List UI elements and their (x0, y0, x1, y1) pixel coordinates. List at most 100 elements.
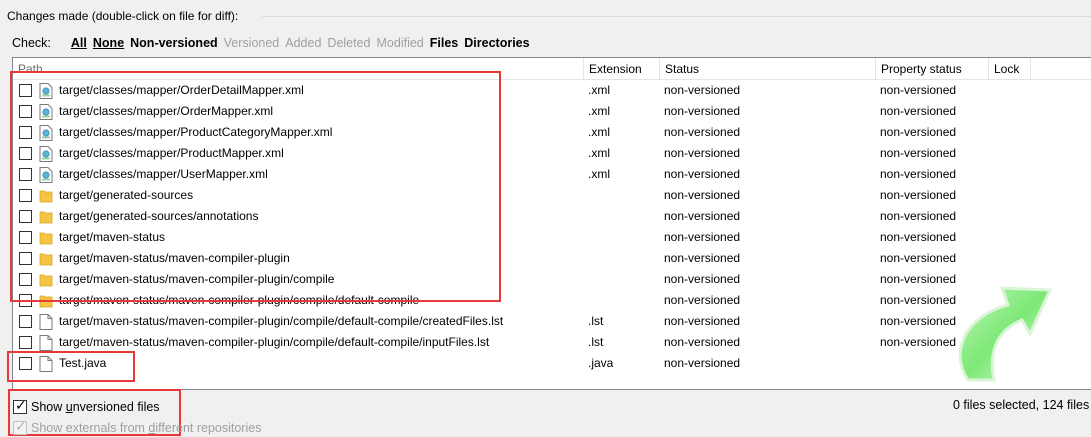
row-checkbox[interactable] (19, 294, 32, 307)
cell-extension: .xml (588, 146, 610, 160)
check-option-modified: Modified (376, 36, 424, 50)
cell-path: target/classes/mapper/OrderDetailMapper.… (59, 83, 304, 97)
table-row[interactable]: target/maven-status non-versioned non-vers… (13, 227, 1091, 248)
show-unversioned-checkbox[interactable]: ✓ (13, 397, 27, 414)
file-icon (39, 335, 53, 351)
table-row[interactable]: target/classes/mapper/ProductCategoryMap… (13, 122, 1091, 143)
folder-icon (39, 209, 53, 225)
check-option-non-versioned[interactable]: Non-versioned (130, 36, 218, 50)
cell-status: non-versioned (664, 104, 741, 118)
xml-file-icon (39, 104, 53, 120)
check-options: All None Non-versioned Versioned Added Delete… (71, 36, 536, 50)
table-row[interactable]: target/maven-status/maven-compiler-plugi… (13, 332, 1091, 353)
cell-path: target/maven-status/maven-compiler-plugi… (59, 293, 420, 307)
folder-icon (39, 188, 53, 204)
table-row[interactable]: target/maven-status/maven-compiler-plugi… (13, 290, 1091, 311)
cell-property-status: non-versioned (880, 188, 957, 202)
folder-icon (39, 230, 53, 246)
column-header-path[interactable]: Path (13, 58, 584, 80)
table-row[interactable]: Test.java .java non-versioned (13, 353, 1091, 374)
table-row[interactable]: target/classes/mapper/OrderMapper.xml .xm… (13, 101, 1091, 122)
check-option-none[interactable]: None (93, 36, 124, 50)
check-option-directories[interactable]: Directories (464, 36, 529, 50)
row-checkbox[interactable] (19, 231, 32, 244)
cell-path: target/maven-status/maven-compiler-plugi… (59, 251, 290, 265)
column-header-lock[interactable]: Lock (989, 58, 1031, 80)
cell-status: non-versioned (664, 356, 741, 370)
cell-status: non-versioned (664, 335, 741, 349)
group-border (262, 16, 1091, 17)
cell-status: non-versioned (664, 146, 741, 160)
table-header: Path Extension Status Property status Lo… (13, 58, 1091, 80)
xml-file-icon (39, 146, 53, 162)
cell-path: target/classes/mapper/OrderMapper.xml (59, 104, 274, 118)
cell-path: target/generated-sources/annotations (59, 209, 259, 223)
cell-status: non-versioned (664, 293, 741, 307)
cell-extension: .xml (588, 104, 610, 118)
changes-table[interactable]: Path Extension Status Property status Lo… (12, 57, 1091, 390)
column-header-status[interactable]: Status (660, 58, 876, 80)
cell-status: non-versioned (664, 125, 741, 139)
column-header-extension[interactable]: Extension (584, 58, 660, 80)
table-row[interactable]: target/generated-sources/annotations non-… (13, 206, 1091, 227)
row-checkbox[interactable] (19, 315, 32, 328)
table-row[interactable]: target/classes/mapper/ProductMapper.xml.… (13, 143, 1091, 164)
show-externals-label[interactable]: Show externals from different repositori… (31, 421, 261, 435)
selection-summary: 0 files selected, 124 files (953, 398, 1090, 412)
cell-path: target/classes/mapper/UserMapper.xml (59, 167, 268, 181)
row-checkbox[interactable] (19, 210, 32, 223)
cell-property-status: non-versioned (880, 83, 957, 97)
xml-file-icon (39, 83, 53, 99)
cell-property-status: non-versioned (880, 125, 957, 139)
row-checkbox[interactable] (19, 252, 32, 265)
row-checkbox[interactable] (19, 189, 32, 202)
check-option-all[interactable]: All (71, 36, 87, 50)
row-checkbox[interactable] (19, 357, 32, 370)
table-row[interactable]: target/maven-status/maven-compiler-plugi… (13, 269, 1091, 290)
cell-status: non-versioned (664, 272, 741, 286)
xml-file-icon (39, 125, 53, 141)
row-checkbox[interactable] (19, 126, 32, 139)
cell-property-status: non-versioned (880, 209, 957, 223)
green-arrow-icon (958, 286, 1053, 382)
row-checkbox[interactable] (19, 84, 32, 97)
show-externals-checkbox[interactable]: ✓ (13, 418, 27, 435)
row-checkbox[interactable] (19, 105, 32, 118)
check-option-deleted: Deleted (327, 36, 371, 50)
cell-extension: .lst (588, 314, 604, 328)
cell-extension: .lst (588, 335, 604, 349)
row-checkbox[interactable] (19, 273, 32, 286)
cell-path: Test.java (59, 356, 107, 370)
check-option-added: Added (285, 36, 322, 50)
show-unversioned-label[interactable]: Show unversioned files (31, 400, 160, 414)
row-checkbox[interactable] (19, 147, 32, 160)
table-row[interactable]: target/maven-status/maven-compiler-plugi… (13, 311, 1091, 332)
cell-path: target/maven-status/maven-compiler-plugi… (59, 335, 490, 349)
cell-status: non-versioned (664, 83, 741, 97)
cell-extension: .xml (588, 83, 610, 97)
file-icon (39, 314, 53, 330)
file-icon (39, 356, 53, 372)
row-checkbox[interactable] (19, 168, 32, 181)
cell-status: non-versioned (664, 209, 741, 223)
table-row[interactable]: target/maven-status/maven-compiler-plugi… (13, 248, 1091, 269)
cell-path: target/classes/mapper/ProductCategoryMap… (59, 125, 333, 139)
xml-file-icon (39, 167, 53, 183)
cell-status: non-versioned (664, 251, 741, 265)
cell-status: non-versioned (664, 314, 741, 328)
column-header-property-status[interactable]: Property status (876, 58, 989, 80)
check-label: Check: (12, 36, 51, 50)
table-row[interactable]: target/generated-sources non-versioned non… (13, 185, 1091, 206)
cell-property-status: non-versioned (880, 167, 957, 181)
cell-property-status: non-versioned (880, 104, 957, 118)
folder-icon (39, 251, 53, 267)
cell-path: target/maven-status/maven-compiler-plugi… (59, 272, 335, 286)
table-row[interactable]: target/classes/mapper/OrderDetailMapper.… (13, 80, 1091, 101)
check-option-files[interactable]: Files (430, 36, 459, 50)
cell-extension: .java (588, 356, 614, 370)
changes-group-title: Changes made (double-click on file for d… (7, 9, 239, 23)
cell-path: target/classes/mapper/ProductMapper.xml (59, 146, 284, 160)
folder-icon (39, 272, 53, 288)
row-checkbox[interactable] (19, 336, 32, 349)
table-row[interactable]: target/classes/mapper/UserMapper.xml .xml… (13, 164, 1091, 185)
